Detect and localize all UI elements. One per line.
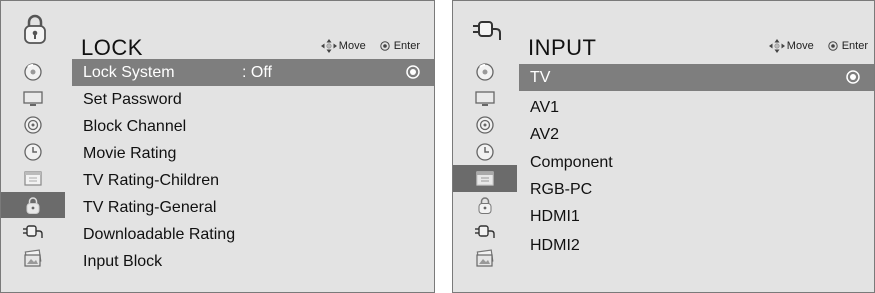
menu-item-label: Input Block (83, 253, 163, 270)
category-icon-bar (453, 59, 517, 292)
calendar-icon (24, 171, 42, 186)
side-calendar-icon-slot[interactable] (453, 165, 517, 192)
menu-item-av2[interactable]: AV2 (519, 121, 874, 148)
menu-item-label: TV (530, 69, 551, 86)
side-disc-icon-slot[interactable] (453, 59, 517, 86)
menu-item-label: AV1 (530, 99, 560, 116)
page-title: INPUT (528, 35, 597, 60)
side-photo-icon-slot[interactable] (453, 245, 517, 272)
menu-item-component[interactable]: Component (519, 149, 874, 176)
menu-item-label: TV Rating-Children (83, 172, 220, 189)
lock-menu-list: Lock System : Off Set Password Block Cha… (72, 59, 434, 292)
page-title: LOCK (81, 35, 143, 60)
disc-icon (476, 63, 494, 81)
menu-item-label: Downloadable Rating (83, 226, 236, 243)
side-speaker-icon-slot[interactable] (1, 112, 65, 139)
enter-label: Enter (841, 39, 868, 52)
selected-radio-icon (846, 70, 860, 84)
side-padlock-icon-slot[interactable] (453, 192, 517, 219)
input-menu-list: TV AV1 AV2 Component RGB-PC HDMI1 HDMI2 (519, 59, 874, 292)
side-photo-icon-slot[interactable] (1, 245, 65, 272)
menu-item-tv-rating-general[interactable]: TV Rating-General (72, 194, 434, 221)
nav-hint: Move Enter (320, 39, 420, 53)
photo-icon (24, 249, 42, 267)
menu-item-av1[interactable]: AV1 (519, 94, 874, 121)
menu-item-label: Lock System (83, 64, 175, 81)
menu-item-tv[interactable]: TV (519, 64, 874, 91)
plug-icon (473, 21, 501, 40)
monitor-icon (23, 91, 43, 106)
enter-button-icon (380, 41, 390, 51)
side-monitor-icon-slot[interactable] (1, 86, 65, 113)
side-clock-icon-slot[interactable] (453, 139, 517, 166)
menu-item-hdmi2[interactable]: HDMI2 (519, 232, 874, 259)
side-plug-icon-slot[interactable] (453, 218, 517, 245)
speaker-icon (476, 116, 494, 134)
side-clock-icon-slot[interactable] (1, 139, 65, 166)
lock-menu-panel: LOCK Move Enter Lock System: Off Set Pa… (0, 0, 435, 293)
menu-item-label: TV Rating-General (83, 199, 217, 216)
side-monitor-icon-slot[interactable] (453, 86, 517, 113)
menu-item-set-password[interactable]: Set Password (72, 86, 434, 113)
menu-item-block-channel[interactable]: Block Channel (72, 113, 434, 140)
side-speaker-icon-slot[interactable] (453, 112, 517, 139)
side-plug-icon-slot[interactable] (1, 218, 65, 245)
menu-item-tv-rating-children[interactable]: TV Rating-Children (72, 167, 434, 194)
move-label: Move (338, 39, 366, 52)
menu-item-label: Component (530, 154, 613, 171)
calendar-icon (476, 171, 494, 186)
menu-item-rgb-pc[interactable]: RGB-PC (519, 176, 874, 203)
menu-item-label: RGB-PC (530, 181, 593, 198)
menu-item-label: Block Channel (83, 118, 187, 135)
padlock-icon (24, 14, 46, 44)
category-icon-bar (1, 59, 65, 292)
disc-icon (24, 63, 42, 81)
menu-item-input-block[interactable]: Input Block (72, 248, 434, 275)
enter-button-icon (828, 41, 838, 51)
input-menu-header: INPUT Move Enter (453, 1, 874, 60)
move-arrows-icon (768, 39, 785, 53)
photo-icon (476, 249, 494, 267)
enter-label: Enter (393, 39, 420, 52)
side-calendar-icon-slot[interactable] (1, 165, 65, 192)
input-menu-panel: INPUT Move Enter TV AV1 AV2 Component RG… (452, 0, 875, 293)
menu-item-hdmi1[interactable]: HDMI1 (519, 203, 874, 230)
monitor-icon (475, 91, 495, 106)
menu-item-label: HDMI1 (530, 208, 580, 225)
padlock-icon (478, 197, 492, 214)
clock-icon (476, 143, 494, 161)
side-padlock-icon-slot[interactable] (1, 191, 65, 218)
clock-icon (24, 143, 42, 161)
menu-item-label: Set Password (83, 91, 182, 108)
nav-hint: Move Enter (768, 39, 868, 53)
menu-item-label: Movie Rating (83, 145, 177, 162)
menu-item-movie-rating[interactable]: Movie Rating (72, 140, 434, 167)
speaker-icon (24, 116, 42, 134)
side-disc-icon-slot[interactable] (1, 59, 65, 86)
plug-icon (475, 225, 495, 239)
menu-item-label: HDMI2 (530, 237, 580, 254)
menu-item-lock-system[interactable]: Lock System : Off (72, 59, 434, 86)
menu-item-value: : Off (242, 64, 272, 81)
move-arrows-icon (320, 39, 337, 53)
lock-menu-header: LOCK Move Enter (1, 1, 434, 60)
padlock-icon (26, 197, 40, 214)
selected-radio-icon (406, 65, 420, 79)
menu-item-downloadable-rating[interactable]: Downloadable Rating (72, 221, 434, 248)
plug-icon (23, 225, 43, 239)
move-label: Move (786, 39, 814, 52)
menu-item-label: AV2 (530, 126, 560, 143)
